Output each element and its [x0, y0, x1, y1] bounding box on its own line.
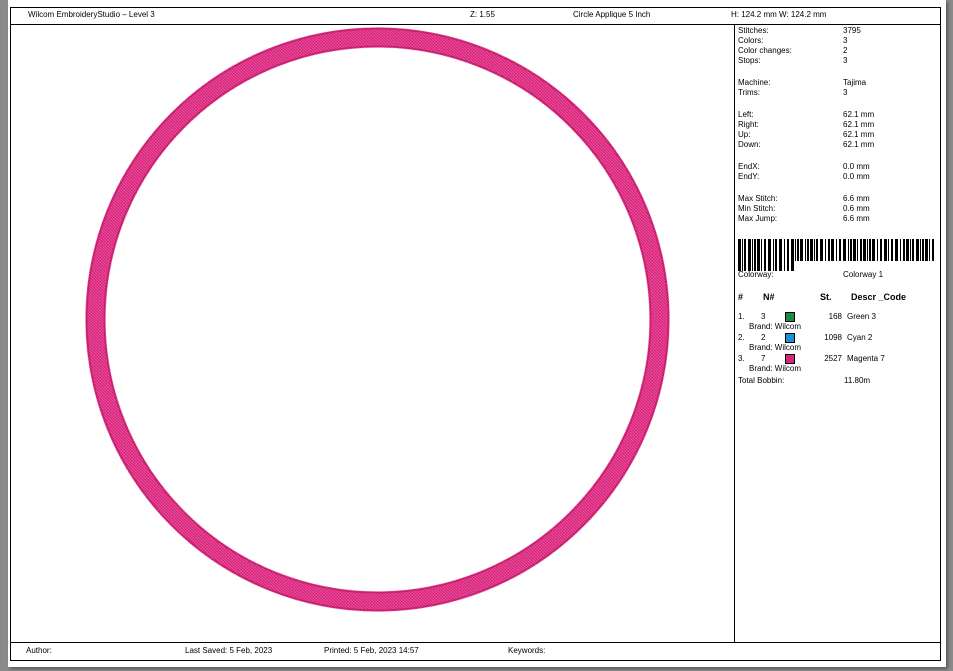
stat-label: Max Stitch: — [738, 194, 778, 203]
thread-brand: Brand: Wilcom — [749, 364, 802, 373]
panel-divider — [734, 25, 735, 642]
app-title: Wilcom EmbroideryStudio – Level 3 — [28, 10, 155, 19]
thread-brand: Brand: Wilcom — [749, 322, 802, 331]
stat-label: Max Jump: — [738, 214, 778, 223]
thread-brand: Brand: Wilcom — [749, 343, 802, 352]
col-descr-header: Descr _Code — [851, 292, 907, 302]
printed-date: Printed: 5 Feb, 2023 14:57 — [324, 646, 419, 655]
stat-value: 62.1 mm — [843, 120, 875, 129]
page-footer: Author: Last Saved: 5 Feb, 2023 Printed:… — [10, 642, 941, 661]
stat-label: EndY: — [738, 172, 760, 181]
col-stitches-header: St. — [820, 292, 832, 302]
thread-color-swatch — [785, 354, 795, 364]
color-row: 1. 3 168 Green 3 Brand: Wilcom — [738, 312, 938, 332]
stitch-count: 1098 — [824, 333, 842, 342]
stat-value: 3 — [843, 88, 848, 97]
stat-label: Machine: — [738, 78, 771, 87]
stat-value: 62.1 mm — [843, 130, 875, 139]
stitch-count: 2527 — [824, 354, 842, 363]
total-bobbin-label: Total Bobbin: — [738, 376, 785, 385]
design-name: Circle Applique 5 Inch — [573, 10, 651, 19]
stat-label: Left: — [738, 110, 754, 119]
stat-label: Color changes: — [738, 46, 792, 55]
keywords-label: Keywords: — [508, 646, 546, 655]
thread-description: Green 3 — [847, 312, 876, 321]
last-saved: Last Saved: 5 Feb, 2023 — [185, 646, 273, 655]
stat-value: 62.1 mm — [843, 110, 875, 119]
stat-value: 0.0 mm — [843, 172, 870, 181]
needle-number: 7 — [761, 354, 766, 363]
color-index: 3. — [738, 354, 745, 363]
color-index: 1. — [738, 312, 745, 321]
thread-description: Cyan 2 — [847, 333, 873, 342]
stat-label: Down: — [738, 140, 761, 149]
stitch-count: 168 — [828, 312, 842, 321]
stat-value: Tajima — [843, 78, 867, 87]
design-size: H: 124.2 mm W: 124.2 mm — [731, 10, 827, 19]
needle-number: 2 — [761, 333, 766, 342]
thread-description: Magenta 7 — [847, 354, 885, 363]
stat-label: Min Stitch: — [738, 204, 776, 213]
total-bobbin-value: 11.80m — [844, 376, 871, 385]
page-header: Wilcom EmbroideryStudio – Level 3 Z: 1.5… — [10, 7, 941, 25]
color-row: 3. 7 2527 Magenta 7 Brand: Wilcom — [738, 354, 938, 374]
stat-value: 0.0 mm — [843, 162, 870, 171]
color-row: 2. 2 1098 Cyan 2 Brand: Wilcom — [738, 333, 938, 353]
thread-color-swatch — [785, 333, 795, 343]
embroidery-design-preview — [85, 27, 670, 612]
author-label: Author: — [26, 646, 52, 655]
stat-value: 62.1 mm — [843, 140, 875, 149]
stat-label: Stitches: — [738, 26, 769, 35]
ring-inner-edge — [105, 47, 650, 592]
colorway-value: Colorway 1 — [843, 270, 884, 279]
stat-value: 0.6 mm — [843, 204, 870, 213]
barcode — [738, 239, 934, 271]
stat-value: 3 — [843, 36, 848, 45]
stat-value: 2 — [843, 46, 848, 55]
stat-value: 6.6 mm — [843, 194, 870, 203]
color-index: 2. — [738, 333, 745, 342]
stat-value: 6.6 mm — [843, 214, 870, 223]
stat-label: EndX: — [738, 162, 760, 171]
col-num-header: # — [738, 292, 744, 302]
zoom-level: Z: 1.55 — [470, 10, 495, 19]
stat-label: Colors: — [738, 36, 764, 45]
stat-label: Right: — [738, 120, 759, 129]
col-needle-header: N# — [763, 292, 775, 302]
applique-ring-satin — [87, 29, 668, 610]
stat-value: 3795 — [843, 26, 861, 35]
thread-color-swatch — [785, 312, 795, 322]
stat-label: Trims: — [738, 88, 760, 97]
needle-number: 3 — [761, 312, 766, 321]
stat-label: Stops: — [738, 56, 761, 65]
stat-value: 3 — [843, 56, 848, 65]
stat-label: Up: — [738, 130, 751, 139]
colorway-label: Colorway: — [738, 270, 774, 279]
